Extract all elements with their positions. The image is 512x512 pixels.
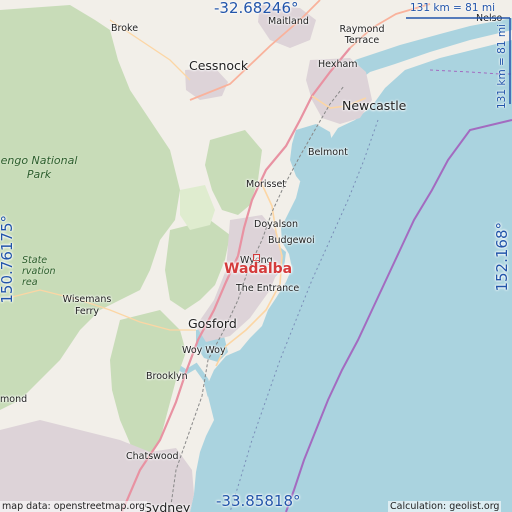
place-label-maitland: Maitland xyxy=(268,16,309,27)
place-label-belmont: Belmont xyxy=(308,147,348,158)
scale-label-horizontal: 131 km = 81 mi xyxy=(410,2,496,14)
place-label-budgewoi: Budgewoi xyxy=(268,235,315,246)
location-label: Wadalba xyxy=(224,261,293,277)
place-label-gosford: Gosford xyxy=(188,316,237,331)
coord-label-left: 150.76175° xyxy=(0,215,16,304)
coord-label-top: -32.68246° xyxy=(214,0,299,17)
location-marker xyxy=(253,254,260,261)
attribution-text: map data: openstreetmap.org xyxy=(0,501,147,512)
place-label-chatswood: Chatswood xyxy=(126,451,179,462)
place-label-doyalson: Doyalson xyxy=(254,219,298,230)
place-label-sydney: Sydney xyxy=(144,500,191,512)
place-label-morisset: Morisset xyxy=(246,179,287,190)
park-label-state-conservation: State rvation rea xyxy=(22,255,56,288)
place-label-cessnock: Cessnock xyxy=(189,58,249,73)
place-label-woy-woy: Woy Woy xyxy=(182,345,226,356)
place-label-nelson: Nelso xyxy=(476,13,503,24)
place-label-wisemans-ferry: Wisemans Ferry xyxy=(62,294,112,318)
park-label-yengo: engo National Park xyxy=(0,154,78,182)
calculation-credit: Calculation: geolist.org xyxy=(388,501,502,512)
place-label-brooklyn: Brooklyn xyxy=(146,371,188,382)
place-label-the-entrance: The Entrance xyxy=(236,283,300,294)
coord-label-right: 152.168° xyxy=(493,222,511,292)
coord-label-bottom: -33.85818° xyxy=(216,492,301,510)
place-label-newcastle: Newcastle xyxy=(342,98,407,113)
place-label-hexham: Hexham xyxy=(318,59,358,70)
map-view[interactable]: Broke Maitland Raymond Terrace Nelso Ces… xyxy=(0,0,512,512)
place-label-ormond: mond xyxy=(0,394,28,405)
scale-label-vertical: 131 km = 81 mi xyxy=(496,24,508,110)
place-label-broke: Broke xyxy=(111,23,139,34)
place-label-raymond-terrace: Raymond Terrace xyxy=(339,24,385,47)
